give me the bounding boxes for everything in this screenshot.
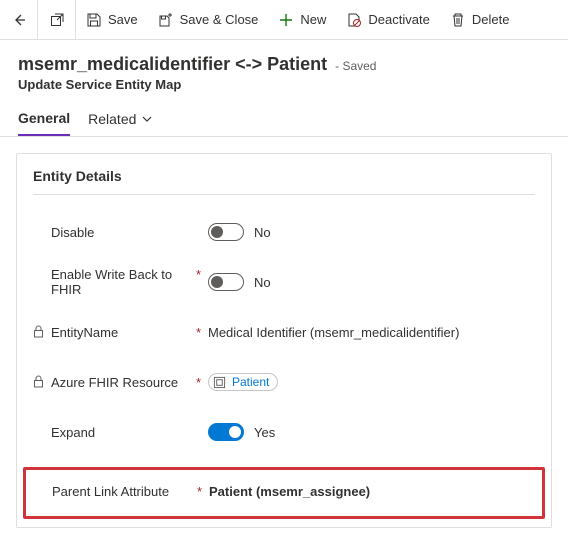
field-disable-label: Disable [51, 225, 186, 240]
delete-label: Delete [472, 12, 510, 27]
fhir-resource-lookup[interactable]: Patient [208, 373, 278, 391]
field-fhir-resource-label: Azure FHIR Resource [51, 375, 186, 390]
delete-button[interactable]: Delete [440, 0, 520, 40]
field-parent-link: Parent Link Attribute * Patient (msemr_a… [34, 476, 534, 506]
deactivate-button[interactable]: Deactivate [336, 0, 439, 40]
required-indicator: * [196, 325, 208, 340]
required-indicator: * [196, 375, 208, 390]
field-entityname-label: EntityName [51, 325, 186, 340]
deactivate-label: Deactivate [368, 12, 429, 27]
save-close-label: Save & Close [180, 12, 259, 27]
field-disable: Disable No [33, 217, 535, 247]
trash-icon [450, 12, 466, 28]
disable-toggle[interactable] [208, 223, 244, 241]
required-indicator: * [197, 484, 209, 499]
saved-state: - Saved [335, 59, 376, 73]
card-title: Entity Details [33, 168, 535, 195]
expand-toggle[interactable] [208, 423, 244, 441]
highlighted-field: Parent Link Attribute * Patient (msemr_a… [23, 467, 545, 519]
page-subtitle: Update Service Entity Map [18, 77, 550, 92]
field-writeback-label: Enable Write Back to FHIR [51, 267, 186, 297]
field-expand-label: Expand [51, 425, 186, 440]
save-label: Save [108, 12, 138, 27]
lock-icon [33, 325, 45, 338]
writeback-value: No [254, 275, 271, 290]
tab-bar: General Related [0, 92, 568, 137]
field-writeback: Enable Write Back to FHIR * No [33, 267, 535, 297]
save-button[interactable]: Save [76, 0, 148, 40]
entity-details-card: Entity Details Disable No Enable Write B… [16, 153, 552, 528]
field-fhir-resource: Azure FHIR Resource * Patient [33, 367, 535, 397]
expand-value: Yes [254, 425, 275, 440]
entity-icon [213, 376, 226, 389]
chevron-down-icon [142, 114, 152, 124]
required-indicator: * [196, 267, 208, 282]
open-new-window-button[interactable] [38, 0, 76, 40]
command-bar: Save Save & Close New Deactivate Delete [0, 0, 568, 40]
tab-general-label: General [18, 110, 70, 126]
fhir-resource-value: Patient [232, 375, 269, 389]
plus-icon [278, 12, 294, 28]
deactivate-icon [346, 12, 362, 28]
save-close-button[interactable]: Save & Close [148, 0, 269, 40]
page-title: msemr_medicalidentifier <-> Patient [18, 54, 327, 75]
new-label: New [300, 12, 326, 27]
new-button[interactable]: New [268, 0, 336, 40]
page-header: msemr_medicalidentifier <-> Patient - Sa… [0, 40, 568, 92]
parent-link-value[interactable]: Patient (msemr_assignee) [209, 484, 370, 499]
save-close-icon [158, 12, 174, 28]
writeback-toggle[interactable] [208, 273, 244, 291]
lock-icon [33, 375, 45, 388]
open-in-new-icon [49, 12, 65, 28]
field-expand: Expand Yes [33, 417, 535, 447]
form-body: Entity Details Disable No Enable Write B… [0, 137, 568, 544]
save-icon [86, 12, 102, 28]
tab-general[interactable]: General [18, 110, 70, 136]
tab-related-label: Related [88, 111, 136, 127]
disable-value: No [254, 225, 271, 240]
field-entityname: EntityName * Medical Identifier (msemr_m… [33, 317, 535, 347]
tab-related[interactable]: Related [88, 110, 152, 136]
back-button[interactable] [0, 0, 38, 40]
entityname-value: Medical Identifier (msemr_medicalidentif… [208, 325, 459, 340]
arrow-left-icon [11, 12, 27, 28]
field-parent-link-label: Parent Link Attribute [52, 484, 187, 499]
